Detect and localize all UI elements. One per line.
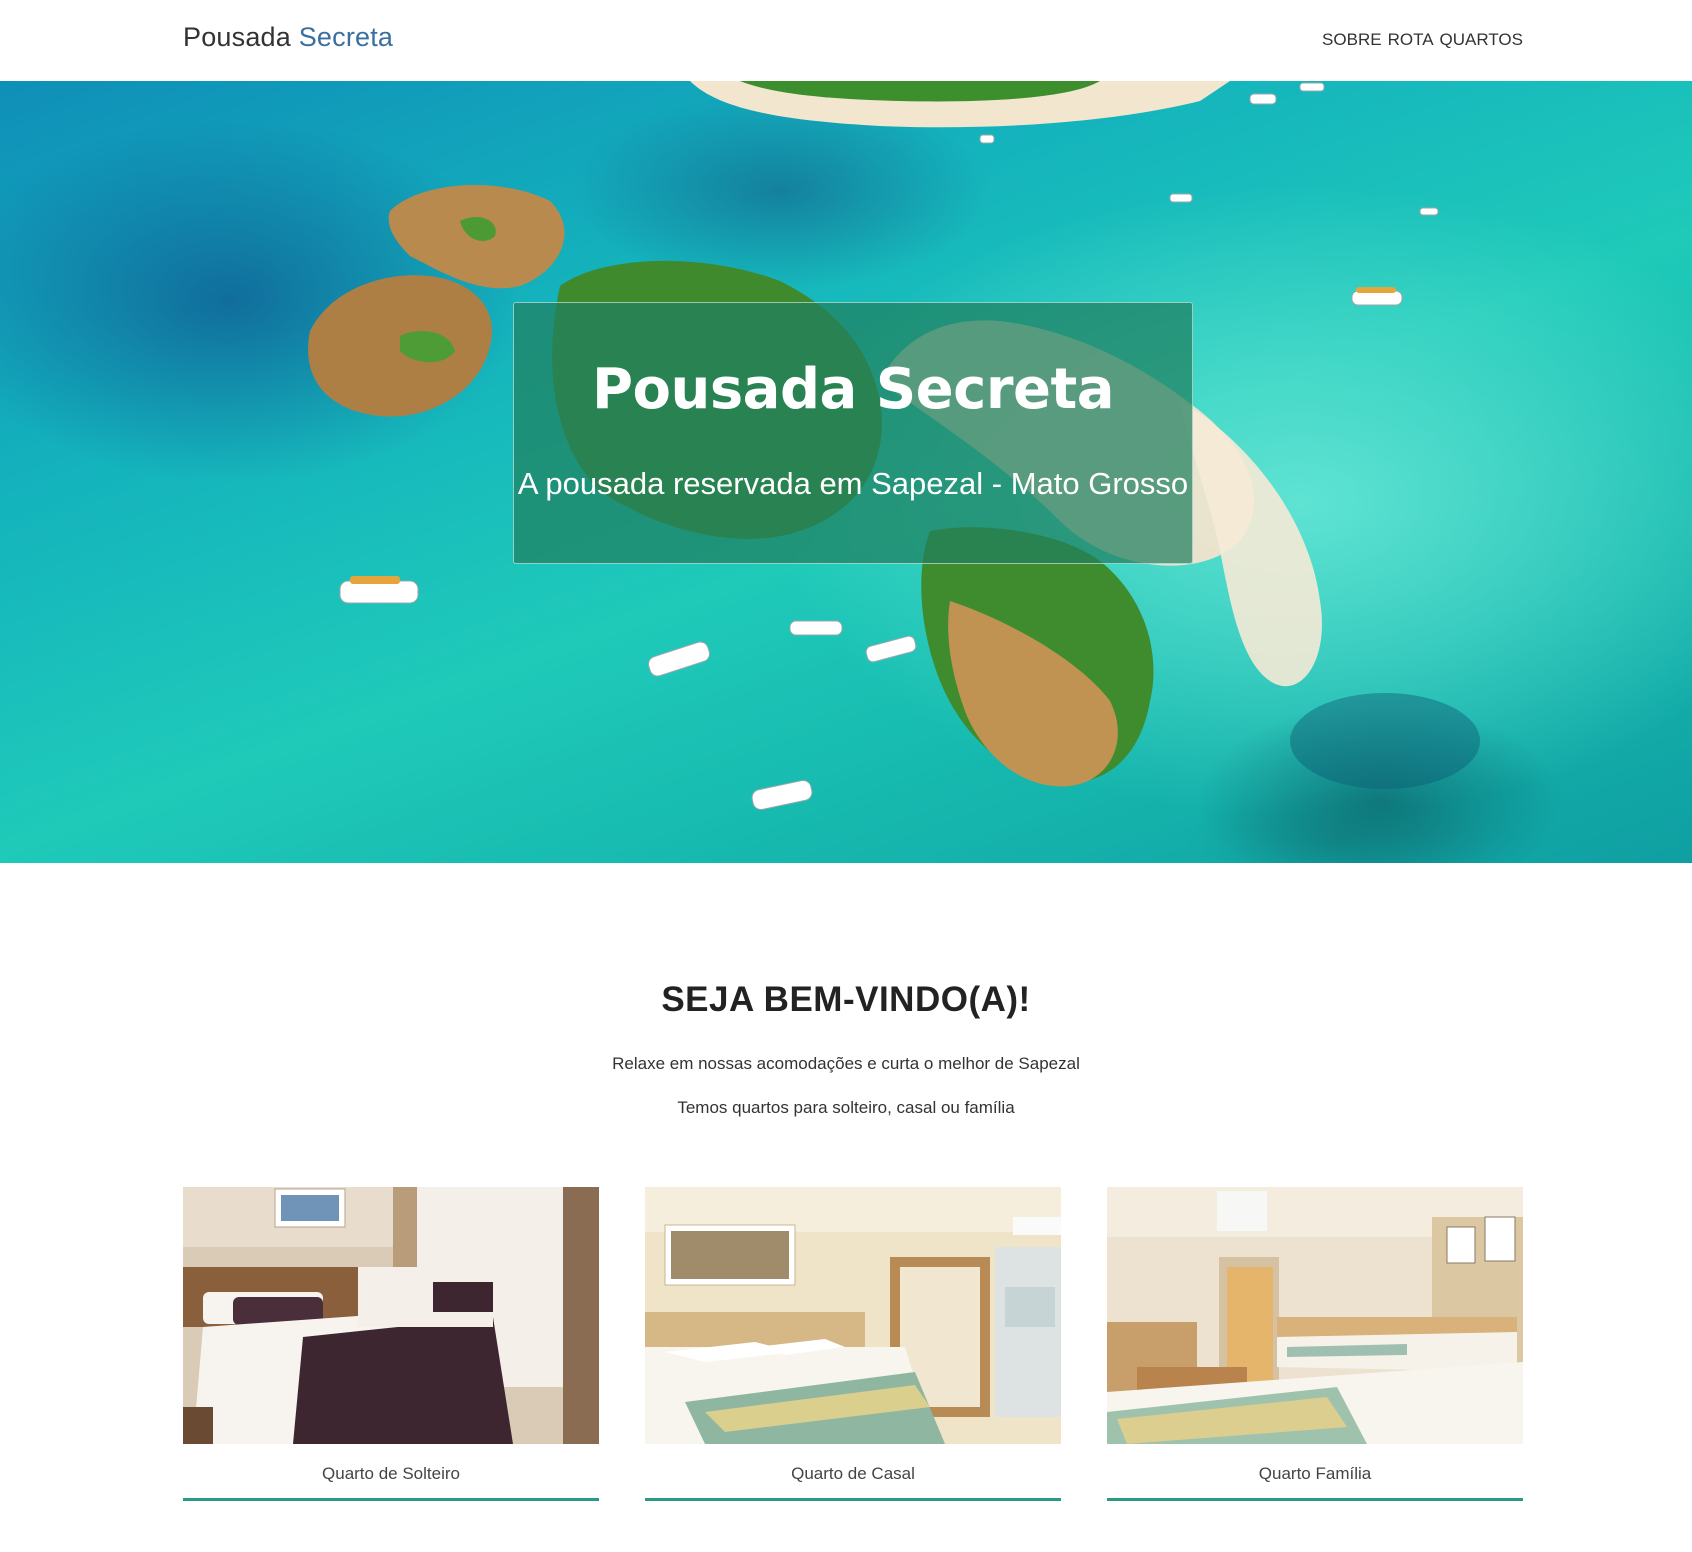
hero-subtitle: A pousada reservada em Sapezal - Mato Gr… bbox=[517, 466, 1189, 501]
room-photo-solteiro[interactable] bbox=[183, 1187, 599, 1444]
hero-title: Pousada Secreta bbox=[591, 357, 1115, 422]
room-card-familia[interactable]: Quarto Família bbox=[1107, 1187, 1523, 1501]
nav-link-sobre[interactable]: SOBRE bbox=[1322, 30, 1382, 50]
nav-link-rota[interactable]: ROTA bbox=[1388, 30, 1434, 50]
navbar: Pousada Secreta SOBRE ROTA QUARTOS bbox=[0, 0, 1692, 81]
room-caption-casal[interactable]: Quarto de Casal bbox=[645, 1464, 1061, 1484]
nav-menu: SOBRE ROTA QUARTOS bbox=[1322, 30, 1523, 50]
room-caption-solteiro[interactable]: Quarto de Solteiro bbox=[183, 1464, 599, 1484]
room-photo-familia[interactable] bbox=[1107, 1187, 1523, 1444]
rooms-grid: Quarto de Solteiro Quarto de Casal Quart… bbox=[183, 1187, 1523, 1501]
hero-banner: Pousada Secreta A pousada reservada em S… bbox=[0, 81, 1692, 863]
room-card-solteiro[interactable]: Quarto de Solteiro bbox=[183, 1187, 599, 1501]
brand-accent: Secreta bbox=[298, 22, 394, 52]
nav-link-quartos[interactable]: QUARTOS bbox=[1440, 30, 1523, 50]
room-divider bbox=[645, 1498, 1061, 1501]
hero-caption-box: Pousada Secreta A pousada reservada em S… bbox=[513, 302, 1193, 564]
room-caption-familia[interactable]: Quarto Família bbox=[1107, 1464, 1523, 1484]
room-divider bbox=[1107, 1498, 1523, 1501]
room-divider bbox=[183, 1498, 599, 1501]
brand-main: Pousada bbox=[183, 22, 291, 52]
brand-logo[interactable]: Pousada Secreta bbox=[183, 22, 393, 53]
welcome-title: SEJA BEM-VINDO(A)! bbox=[661, 980, 1031, 1019]
room-photo-casal[interactable] bbox=[645, 1187, 1061, 1444]
room-card-casal[interactable]: Quarto de Casal bbox=[645, 1187, 1061, 1501]
welcome-text-1: Relaxe em nossas acomodações e curta o m… bbox=[612, 1054, 1080, 1073]
welcome-section: SEJA BEM-VINDO(A)! Relaxe em nossas acom… bbox=[0, 980, 1692, 1118]
welcome-text-2: Temos quartos para solteiro, casal ou fa… bbox=[677, 1098, 1015, 1117]
